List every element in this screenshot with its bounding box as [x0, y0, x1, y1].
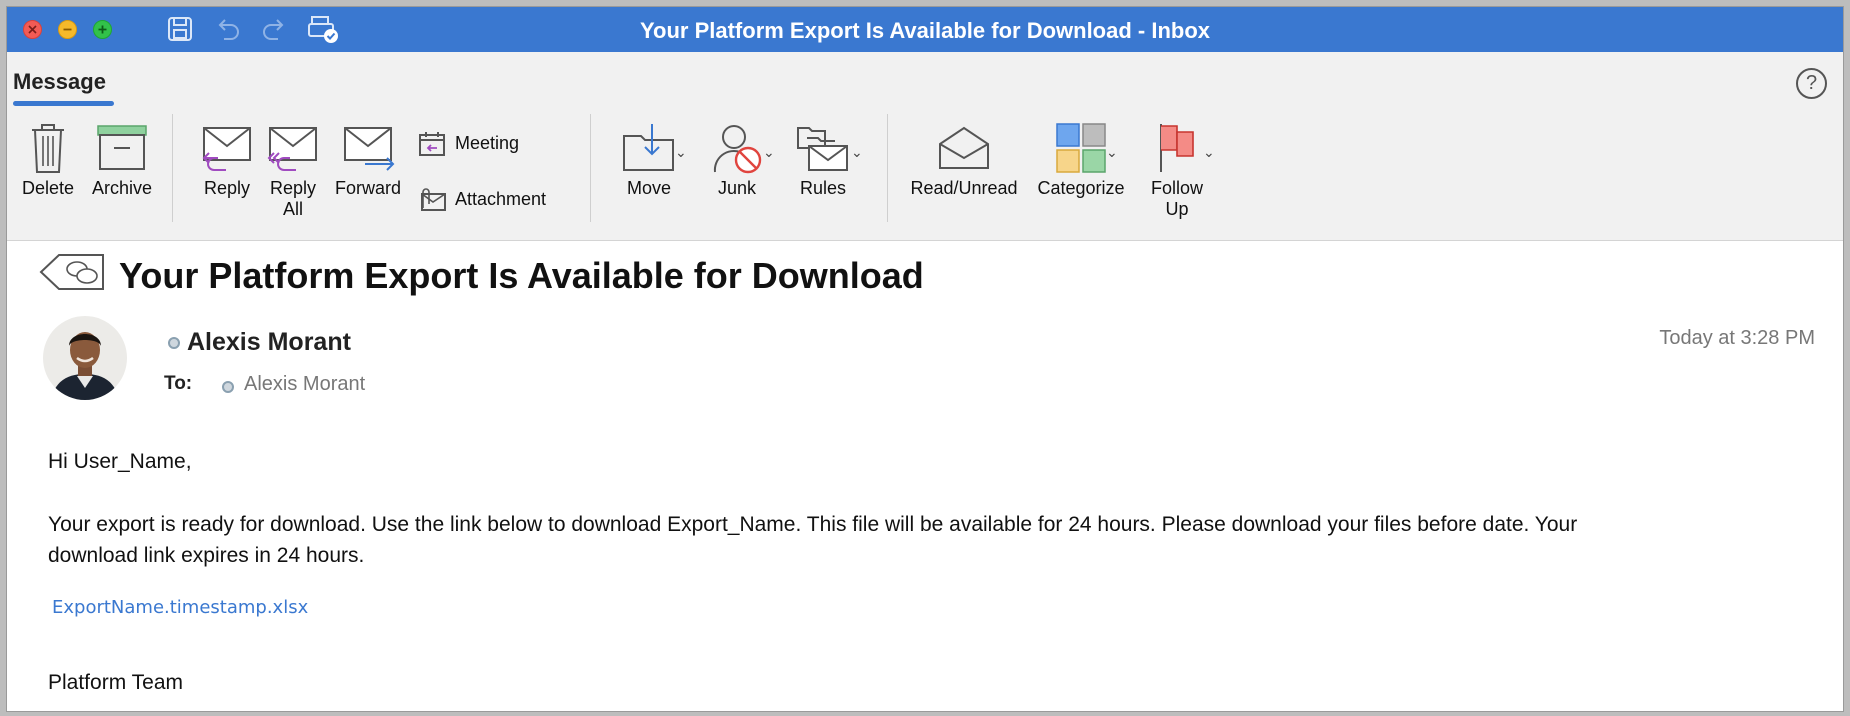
trash-icon — [32, 124, 64, 173]
junk-dropdown-icon[interactable]: ⌄ — [763, 144, 775, 161]
sender-name[interactable]: Alexis Morant — [187, 328, 351, 357]
calendar-reply-icon — [419, 132, 445, 156]
delete-button[interactable]: Delete — [15, 122, 81, 199]
export-download-link[interactable]: ExportName.timestamp.xlsx — [52, 597, 308, 618]
mail-window: Your Platform Export Is Available for Do… — [6, 6, 1844, 712]
open-envelope-icon — [939, 126, 989, 169]
categorize-grid-icon — [1056, 123, 1106, 173]
reply-button[interactable]: Reply — [197, 124, 257, 199]
reply-all-label-2: All — [282, 199, 303, 219]
archive-label: Archive — [91, 178, 153, 198]
reply-icon — [202, 127, 251, 171]
conversation-icon[interactable] — [37, 251, 107, 295]
avatar-photo — [43, 316, 127, 400]
body-greeting: Hi User_Name, — [48, 450, 192, 473]
archive-button[interactable]: Archive — [87, 122, 157, 199]
reply-all-button[interactable]: Reply All — [263, 124, 323, 220]
forward-button[interactable]: Forward — [331, 124, 405, 199]
follow-up-label-1: Follow — [1150, 178, 1203, 198]
follow-up-button[interactable]: Follow Up — [1141, 122, 1213, 220]
attachment-label: Attachment — [455, 188, 547, 209]
rules-icon — [797, 127, 848, 171]
message-timestamp: Today at 3:28 PM — [1659, 327, 1815, 349]
read-unread-button[interactable]: Read/Unread — [905, 122, 1023, 199]
to-label: To: — [164, 373, 193, 394]
read-unread-label: Read/Unread — [910, 178, 1018, 198]
categorize-label: Categorize — [1037, 178, 1125, 198]
tab-underline — [13, 101, 114, 106]
ribbon-toolbar: Message ? Delete Archive Reply Reply All… — [7, 52, 1843, 241]
recipient-name[interactable]: Alexis Morant — [244, 373, 365, 396]
forward-icon — [344, 127, 395, 171]
meeting-button[interactable]: Meeting — [417, 130, 519, 158]
archive-icon — [97, 125, 147, 170]
body-line-1: Your export is ready for download. Use t… — [48, 513, 1578, 536]
ribbon-separator — [887, 114, 888, 222]
window-title: Your Platform Export Is Available for Do… — [639, 18, 1211, 43]
delete-label: Delete — [21, 178, 75, 198]
meeting-label: Meeting — [455, 132, 520, 153]
message-subject: Your Platform Export Is Available for Do… — [119, 255, 924, 296]
tab-message[interactable]: Message — [13, 69, 106, 95]
attachment-button[interactable]: Attachment — [417, 186, 546, 214]
move-dropdown-icon[interactable]: ⌄ — [675, 144, 687, 161]
junk-user-block-icon — [713, 125, 762, 174]
forward-label: Forward — [334, 178, 401, 198]
move-label: Move — [626, 178, 671, 198]
sender-avatar[interactable] — [43, 316, 127, 400]
junk-label: Junk — [717, 178, 757, 198]
follow-up-label-2: Up — [1165, 199, 1189, 219]
reply-all-label-1: Reply — [269, 178, 317, 198]
reply-label: Reply — [203, 178, 251, 198]
ribbon-separator — [590, 114, 591, 222]
rules-dropdown-icon[interactable]: ⌄ — [851, 144, 863, 161]
paperclip-envelope-icon — [421, 188, 446, 211]
ribbon-separator — [172, 114, 173, 222]
rules-label: Rules — [799, 178, 847, 198]
flag-icon — [1160, 124, 1194, 172]
help-button[interactable]: ? — [1796, 68, 1827, 99]
move-folder-icon — [623, 124, 674, 171]
title-bar: Your Platform Export Is Available for Do… — [7, 7, 1843, 52]
categorize-dropdown-icon[interactable]: ⌄ — [1106, 144, 1118, 161]
follow-up-dropdown-icon[interactable]: ⌄ — [1203, 144, 1215, 161]
rules-button[interactable]: Rules — [785, 122, 861, 199]
recipient-presence-icon — [222, 381, 234, 393]
body-signature: Platform Team — [48, 671, 183, 694]
body-line-2: download link expires in 24 hours. — [48, 544, 365, 567]
sender-presence-icon — [168, 337, 180, 349]
reply-all-icon — [267, 127, 317, 171]
